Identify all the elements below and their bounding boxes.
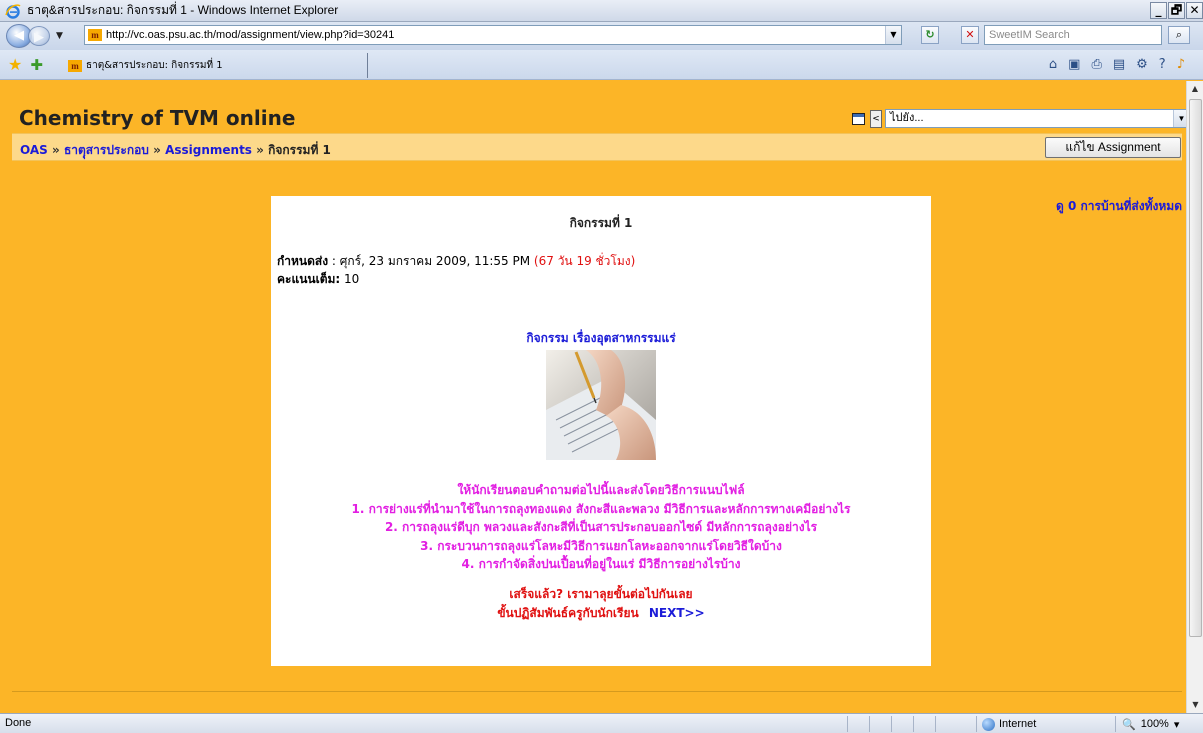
tools-menu-icon[interactable]: ⚙ [1136, 57, 1148, 72]
breadcrumb-separator: » [153, 143, 161, 157]
search-icon: ⌕ [1175, 28, 1183, 41]
student-writing-photo [546, 350, 656, 460]
status-cell [891, 716, 913, 732]
instructions-block: ให้นักเรียนตอบคำถามต่อไปนี้และส่งโดยวิธี… [271, 481, 931, 574]
home-icon[interactable]: ⌂ [1049, 57, 1057, 72]
grade-label: คะแนนเต็ม: [277, 272, 341, 286]
favorites-star-icon[interactable]: ★ [8, 55, 22, 74]
feeds-icon[interactable]: ▣ [1068, 57, 1080, 72]
status-cells [847, 716, 957, 732]
refresh-icon: ↻ [925, 28, 935, 41]
research-icon[interactable]: ♪ [1177, 57, 1185, 72]
question-4: 4. การกำจัดสิ่งปนเปื้อนที่อยู่ในแร่ มีวิ… [461, 557, 741, 571]
search-input[interactable]: SweetIM Search [984, 25, 1162, 45]
assignment-dates: กำหนดส่ง : ศุกร์, 23 มกราคม 2009, 11:55 … [277, 252, 635, 288]
status-cell [913, 716, 935, 732]
jump-to-select[interactable]: ไปยัง... ▼ [885, 109, 1186, 128]
assignment-card: กิจกรรมที่ 1 กำหนดส่ง : ศุกร์, 23 มกราคม… [271, 196, 931, 666]
page-menu-icon[interactable]: ▤ [1113, 57, 1125, 72]
prev-activity-button[interactable]: < [870, 109, 882, 128]
due-colon: : [331, 254, 340, 268]
next-step-block: เสร็จแล้ว? เรามาลุยขั้นต่อไปกันเลย ขั้นป… [271, 585, 931, 623]
zoom-dropdown-icon[interactable]: ▾ [1174, 718, 1180, 731]
zoom-icon: 🔍 [1122, 718, 1136, 731]
footer-divider [12, 691, 1182, 692]
scroll-down-icon[interactable]: ▼ [1187, 697, 1203, 713]
jump-to-selected: ไปยัง... [890, 112, 924, 124]
vertical-scrollbar[interactable]: ▲ ▼ [1186, 81, 1203, 713]
status-text: Done [5, 717, 32, 729]
status-bar: Done Internet 🔍 100% ▾ [0, 713, 1203, 733]
view-submissions-link[interactable]: ดู 0 การบ้านที่ส่งทั้งหมด [1056, 197, 1182, 216]
breadcrumb-assignments[interactable]: Assignments [165, 143, 252, 157]
forward-arrow-icon: ▶ [34, 30, 44, 45]
window-title: ธาตุ&สารประกอบ: กิจกรรมที่ 1 - Windows I… [27, 3, 339, 17]
zone-label: Internet [999, 718, 1037, 730]
maximize-button[interactable]: 🗗 [1168, 2, 1185, 19]
globe-icon [982, 717, 995, 731]
scroll-up-icon[interactable]: ▲ [1187, 81, 1203, 97]
instruction-intro: ให้นักเรียนตอบคำถามต่อไปนี้และส่งโดยวิธี… [457, 483, 745, 497]
next-link[interactable]: NEXT>> [649, 606, 705, 620]
status-cell [847, 716, 869, 732]
close-button[interactable]: ✕ [1186, 2, 1203, 19]
status-cell [869, 716, 891, 732]
back-arrow-icon: ◀ [14, 28, 24, 43]
navigation-strip: OAS » ธาตฺุสารประกอบ » Assignments » กิจ… [12, 133, 1182, 161]
breadcrumb-separator: » [256, 143, 264, 157]
site-favicon-icon: m [88, 29, 102, 41]
edit-assignment-button[interactable]: แก้ไข Assignment [1045, 137, 1181, 158]
tab-toolbar: ★ ✚ m ธาตุ&สารประกอบ: กิจกรรมที่ 1 ⌂ ▣ ⎙… [0, 50, 1203, 80]
window-icon[interactable] [852, 112, 865, 125]
breadcrumb-course[interactable]: ธาตฺุสารประกอบ [64, 143, 149, 157]
tab-title: ธาตุ&สารประกอบ: กิจกรรมที่ 1 [86, 60, 223, 71]
internet-explorer-icon [5, 3, 21, 19]
question-3: 3. กระบวนการถลุงแร่โลหะมีวิธีการแยกโลหะอ… [420, 538, 782, 553]
due-value: ศุกร์, 23 มกราคม 2009, 11:55 PM [339, 254, 531, 268]
print-icon[interactable]: ⎙ [1091, 57, 1101, 72]
assignment-heading: กิจกรรมที่ 1 [569, 216, 633, 230]
status-cell [935, 716, 957, 732]
stop-icon: ✕ [965, 28, 975, 41]
address-toolbar: ◀ ▶ ▼ m http://vc.oas.psu.ac.th/mod/assi… [0, 22, 1203, 50]
address-dropdown-icon[interactable]: ▼ [885, 26, 901, 44]
window-titlebar: ธาตุ&สารประกอบ: กิจกรรมที่ 1 - Windows I… [0, 0, 1203, 22]
breadcrumb: OAS » ธาตฺุสารประกอบ » Assignments » กิจ… [20, 141, 331, 160]
zoom-control[interactable]: 🔍 100% ▾ [1115, 716, 1179, 732]
done-line: เสร็จแล้ว? เรามาลุยขั้นต่อไปกันเลย [509, 587, 693, 601]
next-step-text: ขั้นปฏิสัมพันธ์ครูกับนักเรียน [497, 606, 639, 620]
help-icon[interactable]: ? [1159, 57, 1166, 72]
page-viewport: Chemistry of TVM online < ไปยัง... ▼ > O… [0, 81, 1186, 713]
time-remaining: (67 วัน 19 ชั่วโมง) [533, 254, 636, 268]
search-button[interactable]: ⌕ [1168, 26, 1190, 44]
recent-pages-dropdown-icon[interactable]: ▼ [56, 31, 63, 41]
add-favorites-icon[interactable]: ✚ [30, 56, 43, 74]
activity-subject: กิจกรรม เรื่องอุตสาหกรรมแร่ [526, 331, 676, 345]
minimize-button[interactable]: _ [1150, 2, 1167, 19]
security-zone[interactable]: Internet [976, 716, 1106, 732]
scroll-thumb[interactable] [1189, 99, 1202, 637]
question-1: 1. การย่างแร่ที่นำมาใช้ในการถลุงทองแดง ส… [351, 501, 851, 516]
address-url: http://vc.oas.psu.ac.th/mod/assignment/v… [106, 29, 395, 41]
due-label: กำหนดส่ง [277, 254, 329, 268]
zoom-level: 100% [1140, 718, 1169, 730]
site-title: Chemistry of TVM online [19, 106, 296, 130]
tab-favicon-icon: m [68, 59, 82, 72]
stop-button[interactable]: ✕ [961, 26, 979, 44]
jump-navigation: < ไปยัง... ▼ > [852, 109, 1186, 128]
question-2: 2. การถลุงแร่ดีบุก พลวงและสังกะสีที่เป็น… [384, 520, 818, 534]
breadcrumb-separator: » [52, 143, 60, 157]
breadcrumb-oas[interactable]: OAS [20, 143, 48, 157]
grade-value: 10 [344, 272, 360, 286]
forward-button[interactable]: ▶ [28, 26, 50, 46]
address-input[interactable]: m http://vc.oas.psu.ac.th/mod/assignment… [84, 25, 902, 45]
jump-dropdown-icon[interactable]: ▼ [1173, 110, 1186, 127]
breadcrumb-current: กิจกรรมที่ 1 [268, 143, 331, 157]
refresh-button[interactable]: ↻ [921, 26, 939, 44]
tab-current[interactable]: m ธาตุ&สารประกอบ: กิจกรรมที่ 1 [62, 53, 368, 78]
